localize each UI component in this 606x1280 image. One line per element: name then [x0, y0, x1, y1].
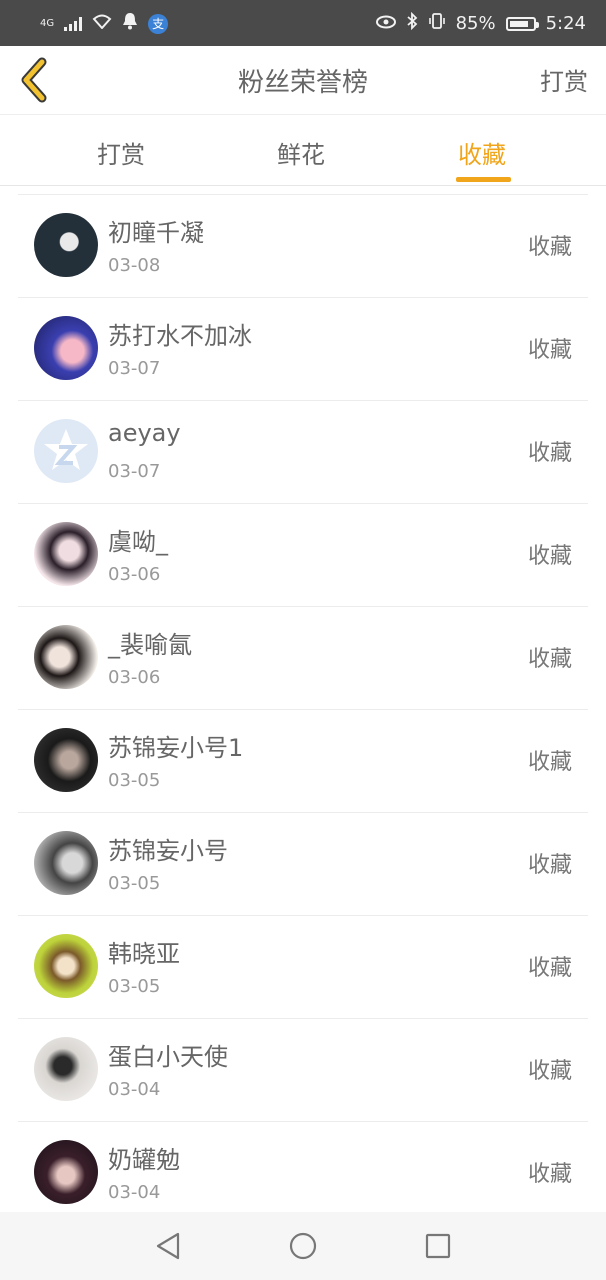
avatar[interactable] — [34, 1140, 98, 1204]
user-name: 苏锦妄小号 — [108, 837, 228, 865]
avatar[interactable] — [34, 419, 98, 483]
circle-home-icon — [289, 1232, 317, 1260]
tab-favorites[interactable]: 收藏 — [458, 135, 506, 170]
action-label: 收藏 — [527, 1059, 572, 1084]
action-label: 收藏 — [527, 338, 572, 363]
tab-flowers[interactable]: 鲜花 — [277, 135, 325, 170]
action-label: 收藏 — [527, 956, 572, 981]
bluetooth-icon — [406, 11, 418, 35]
user-name: 初瞳千凝 — [108, 219, 204, 247]
tab-indicator — [456, 177, 511, 182]
triangle-back-icon — [156, 1232, 180, 1260]
qq-zone-icon — [44, 429, 88, 470]
list-item[interactable]: 蛋白小天使 03-04 收藏 — [18, 1019, 588, 1122]
list-item[interactable]: 初瞳千凝 03-08 收藏 — [18, 195, 588, 298]
avatar[interactable] — [34, 316, 98, 380]
list-item[interactable]: 奶罐勉 03-04 收藏 — [18, 1122, 588, 1224]
nav-back-button[interactable] — [150, 1228, 186, 1264]
notification-icon — [122, 12, 138, 35]
eye-icon — [375, 13, 396, 34]
top-bar: 粉丝荣誉榜 打赏 — [0, 46, 606, 115]
list-item[interactable]: 苏锦妄小号1 03-05 收藏 — [18, 710, 588, 813]
app-badge-icon: 支 — [148, 13, 169, 34]
nav-recents-button[interactable] — [420, 1228, 456, 1264]
avatar[interactable] — [34, 728, 98, 792]
nav-home-button[interactable] — [285, 1228, 321, 1264]
date: 03-07 — [108, 461, 161, 482]
user-name: 虞呦_ — [108, 528, 168, 556]
clock: 5:24 — [545, 13, 586, 34]
signal-icon — [64, 16, 83, 31]
wifi-icon — [92, 13, 112, 34]
action-label: 收藏 — [527, 235, 572, 260]
avatar[interactable] — [34, 522, 98, 586]
status-bar: 4G 支 85% 5:24 — [0, 0, 606, 46]
list-item[interactable]: 苏打水不加冰 03-07 收藏 — [18, 298, 588, 401]
tab-reward[interactable]: 打赏 — [97, 135, 145, 170]
date: 03-04 — [108, 1079, 161, 1100]
vibrate-icon — [428, 12, 446, 35]
page-title: 粉丝荣誉榜 — [237, 68, 368, 98]
battery-percent: 85% — [455, 13, 496, 34]
user-name: 苏打水不加冰 — [108, 322, 252, 350]
user-name: _裴喻氤 — [108, 631, 192, 659]
user-name: 奶罐勉 — [108, 1146, 180, 1174]
list-item[interactable]: _裴喻氤 03-06 收藏 — [18, 607, 588, 710]
date: 03-05 — [108, 873, 161, 894]
date: 03-05 — [108, 976, 161, 997]
action-label: 收藏 — [527, 647, 572, 672]
date: 03-07 — [108, 358, 161, 379]
status-left: 4G 支 — [40, 12, 169, 35]
action-label: 收藏 — [527, 750, 572, 775]
avatar[interactable] — [34, 831, 98, 895]
avatar[interactable] — [34, 1037, 98, 1101]
list-item[interactable]: 虞呦_ 03-06 收藏 — [18, 504, 588, 607]
user-name: aeyay — [108, 419, 181, 447]
date: 03-04 — [108, 1182, 161, 1203]
user-name: 韩晓亚 — [108, 940, 180, 968]
battery-icon — [505, 16, 539, 31]
system-nav-bar — [0, 1212, 606, 1280]
avatar[interactable] — [34, 625, 98, 689]
user-name: 蛋白小天使 — [108, 1043, 228, 1071]
tab-bar: 打赏 鲜花 收藏 — [0, 115, 606, 186]
action-label: 收藏 — [527, 853, 572, 878]
square-recents-icon — [425, 1233, 451, 1259]
list-item[interactable]: aeyay 03-07 收藏 — [18, 401, 588, 504]
user-name: 苏锦妄小号1 — [108, 734, 244, 762]
avatar[interactable] — [34, 934, 98, 998]
action-label: 收藏 — [527, 544, 572, 569]
date: 03-05 — [108, 770, 161, 791]
list-item[interactable]: 苏锦妄小号 03-05 收藏 — [18, 813, 588, 916]
list-item[interactable]: 韩晓亚 03-05 收藏 — [18, 916, 588, 1019]
date: 03-08 — [108, 255, 161, 276]
date: 03-06 — [108, 564, 161, 585]
avatar[interactable] — [34, 213, 98, 277]
reward-button[interactable]: 打赏 — [540, 62, 588, 97]
status-right: 85% 5:24 — [375, 11, 586, 35]
date: 03-06 — [108, 667, 161, 688]
action-label: 收藏 — [527, 1162, 572, 1187]
action-label: 收藏 — [527, 441, 572, 466]
network-type: 4G — [40, 17, 55, 29]
